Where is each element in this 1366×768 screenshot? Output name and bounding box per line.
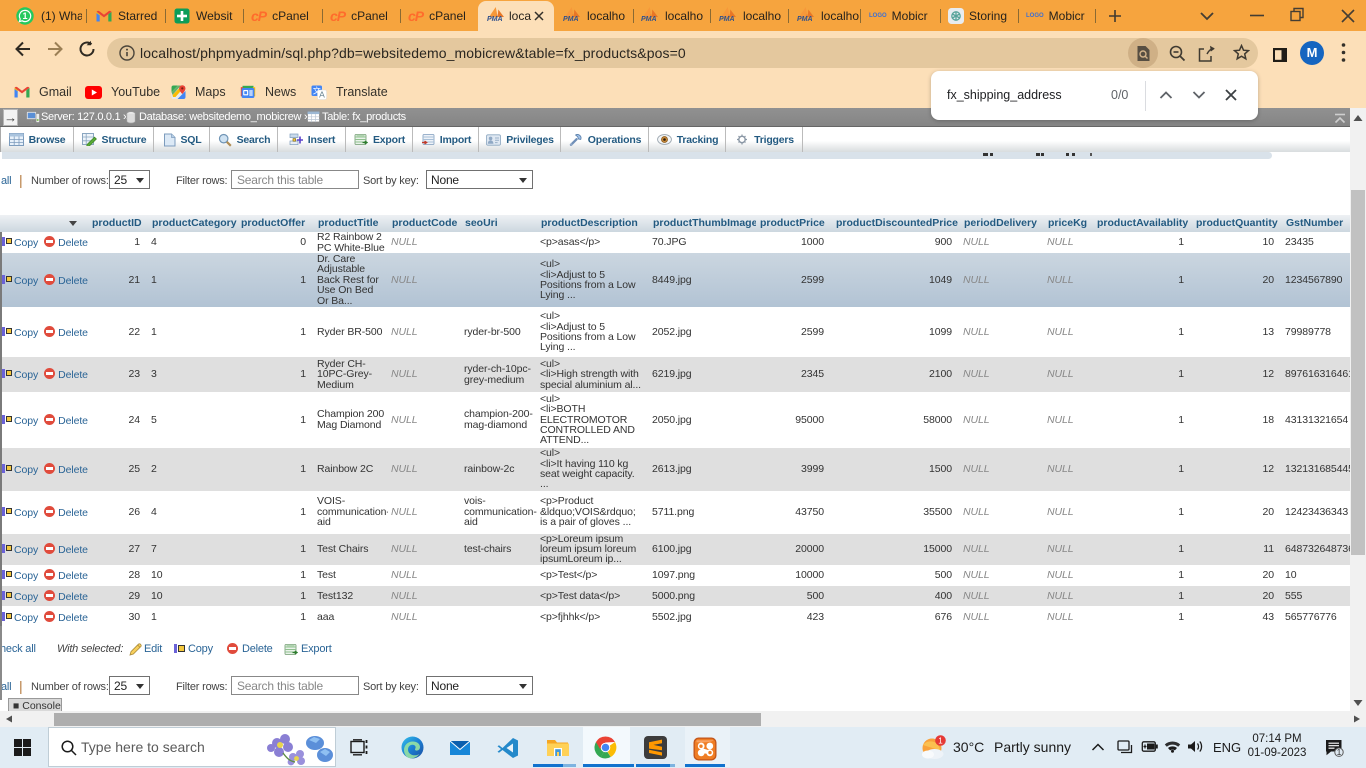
svg-text:1: 1 <box>938 736 943 745</box>
svg-text:A: A <box>319 89 325 99</box>
svg-text:1: 1 <box>22 11 27 21</box>
svg-text:1: 1 <box>1337 747 1342 757</box>
